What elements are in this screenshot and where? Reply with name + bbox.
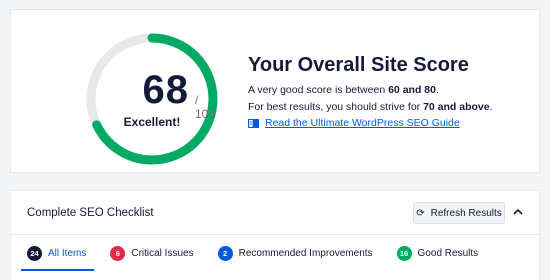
chevron-up-icon[interactable] (511, 204, 525, 218)
score-goal-prefix: For best results, you should strive for (248, 101, 424, 113)
tab-label: Good Results (417, 247, 479, 259)
tab-recommended-improvements[interactable]: 2 Recommended Improvements (210, 235, 381, 271)
score-range-prefix: A very good score is between (248, 84, 389, 96)
chevron-up-glyph (513, 208, 523, 215)
score-title: Your Overall Site Score (248, 54, 469, 76)
site-score-card: 68 / 100 Excellent! Your Overall Site Sc… (10, 9, 540, 173)
score-goal-suffix: . (489, 101, 493, 113)
book-icon (248, 118, 259, 128)
score-range-suffix: . (435, 84, 439, 96)
seo-guide-link-text: Read the Ultimate WordPress SEO Guide (265, 117, 460, 129)
tab-all-items[interactable]: 24 All Items (19, 235, 95, 271)
seo-checklist-card: Complete SEO Checklist ⟳ Refresh Results… (10, 190, 540, 280)
checklist-title: Complete SEO Checklist (27, 206, 154, 219)
seo-guide-link[interactable]: Read the Ultimate WordPress SEO Guide (248, 117, 493, 129)
tab-critical-issues[interactable]: 6 Critical Issues (102, 235, 201, 271)
tab-count-badge: 6 (110, 245, 126, 261)
score-summary: Your Overall Site Score A very good scor… (248, 54, 493, 129)
tab-count-badge: 16 (396, 245, 412, 261)
score-goal-text: For best results, you should strive for … (248, 100, 493, 115)
tab-count-badge: 2 (217, 245, 233, 261)
checklist-tabs: 24 All Items 6 Critical Issues 2 Recomme… (11, 235, 539, 279)
tab-good-results[interactable]: 16 Good Results (389, 235, 487, 271)
tab-count-badge: 24 (27, 245, 42, 261)
score-gauge: 68 / 100 Excellent! (83, 30, 221, 168)
refresh-results-button[interactable]: ⟳ Refresh Results (413, 202, 505, 224)
score-goal-value: 70 and above (423, 101, 490, 113)
score-value: 68 (142, 68, 189, 112)
tab-label: Recommended Improvements (238, 247, 373, 259)
score-range-value: 60 and 80 (388, 84, 436, 96)
tab-label: Critical Issues (131, 247, 194, 259)
score-rating-label: Excellent! (123, 115, 181, 129)
tab-label: All Items (48, 247, 87, 259)
score-range-text: A very good score is between 60 and 80. (248, 83, 493, 98)
refresh-results-label: Refresh Results (430, 207, 502, 219)
checklist-header: Complete SEO Checklist ⟳ Refresh Results (11, 191, 539, 235)
refresh-icon: ⟳ (416, 207, 425, 219)
